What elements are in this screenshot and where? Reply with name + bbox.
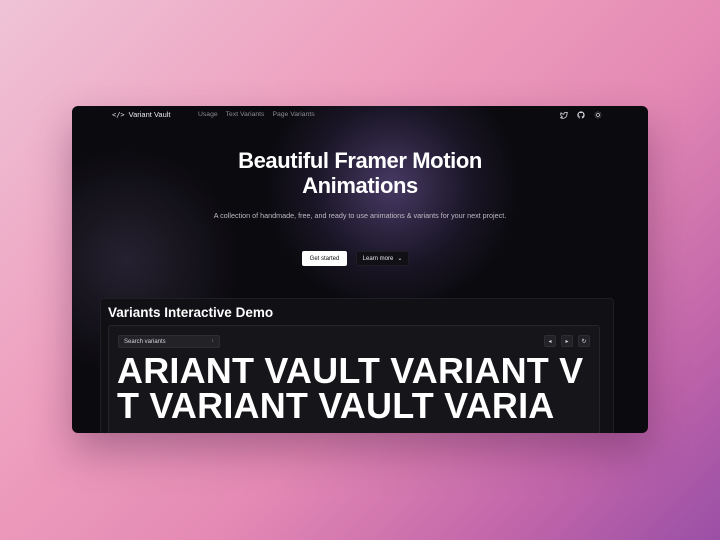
- brand-name: Variant Vault: [128, 110, 171, 119]
- nav-links: Usage Text Variants Page Variants: [198, 111, 315, 118]
- github-icon[interactable]: [576, 110, 585, 119]
- browser-window: </> Variant Vault Usage Text Variants Pa…: [72, 106, 648, 433]
- marquee-row-1: ARIANT VAULT VARIANT V: [117, 353, 599, 389]
- nav-link-text-variants[interactable]: Text Variants: [226, 111, 265, 118]
- theme-toggle-icon[interactable]: [593, 110, 602, 119]
- code-icon: </>: [112, 110, 125, 119]
- search-placeholder: Search variants: [124, 338, 166, 345]
- hero-title-line-1: Beautiful Framer Motion: [238, 148, 482, 173]
- learn-more-button[interactable]: Learn more ⌄: [356, 251, 409, 266]
- hero-glow: [262, 106, 522, 306]
- nav-link-usage[interactable]: Usage: [198, 111, 218, 118]
- nav-icons: [559, 110, 602, 119]
- hero-title: Beautiful Framer Motion Animations: [72, 148, 648, 198]
- brand-link[interactable]: </> Variant Vault: [112, 110, 171, 119]
- top-nav: </> Variant Vault Usage Text Variants Pa…: [72, 106, 648, 126]
- nav-link-page-variants[interactable]: Page Variants: [272, 111, 314, 118]
- demo-title: Variants Interactive Demo: [108, 305, 274, 320]
- demo-panel: Search variants ↕ ◂ ▸ ↻ ARIANT VAULT VAR…: [108, 325, 600, 433]
- twitter-icon[interactable]: [559, 110, 568, 119]
- search-variants-select[interactable]: Search variants ↕: [118, 335, 220, 348]
- refresh-button[interactable]: ↻: [578, 335, 590, 347]
- marquee-text-2: T VARIANT VAULT VARIA: [117, 388, 555, 424]
- marquee-row-2: T VARIANT VAULT VARIA: [117, 388, 599, 424]
- demo-section: Variants Interactive Demo Search variant…: [100, 298, 614, 433]
- get-started-button[interactable]: Get started: [302, 251, 347, 266]
- learn-more-label: Learn more: [362, 255, 394, 262]
- chevron-down-icon: ⌄: [397, 256, 403, 262]
- marquee-text-1: ARIANT VAULT VARIANT V: [117, 353, 584, 389]
- hero-subtitle: A collection of handmade, free, and read…: [213, 211, 507, 220]
- chevron-updown-icon: ↕: [211, 338, 215, 344]
- next-button[interactable]: ▸: [561, 335, 573, 347]
- prev-button[interactable]: ◂: [544, 335, 556, 347]
- demo-controls: ◂ ▸ ↻: [544, 335, 590, 347]
- hero-title-line-2: Animations: [302, 173, 418, 198]
